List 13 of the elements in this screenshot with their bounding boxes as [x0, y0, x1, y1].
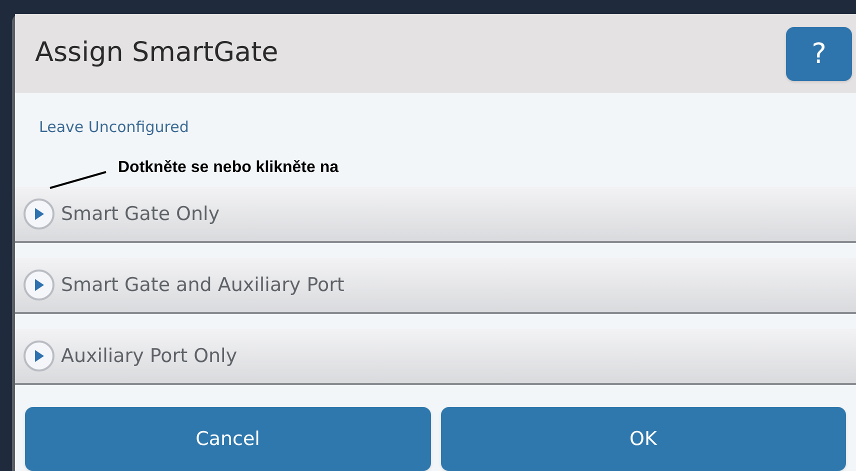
play-icon: [23, 269, 55, 301]
leave-unconfigured-link[interactable]: Leave Unconfigured: [39, 118, 189, 136]
play-icon: [23, 340, 55, 372]
cancel-button[interactable]: Cancel: [25, 407, 430, 471]
leader-line: [48, 170, 108, 190]
ok-button[interactable]: OK: [440, 407, 846, 471]
option-row[interactable]: Smart Gate Only: [15, 187, 856, 243]
help-button[interactable]: ?: [786, 26, 852, 81]
dialog-title: Assign SmartGate: [35, 36, 278, 70]
option-row[interactable]: Auxiliary Port Only: [15, 329, 856, 385]
annotation-text: Dotkněte se nebo klikněte na: [118, 158, 339, 178]
option-row[interactable]: Smart Gate and Auxiliary Port: [15, 258, 856, 314]
play-icon: [23, 198, 55, 230]
